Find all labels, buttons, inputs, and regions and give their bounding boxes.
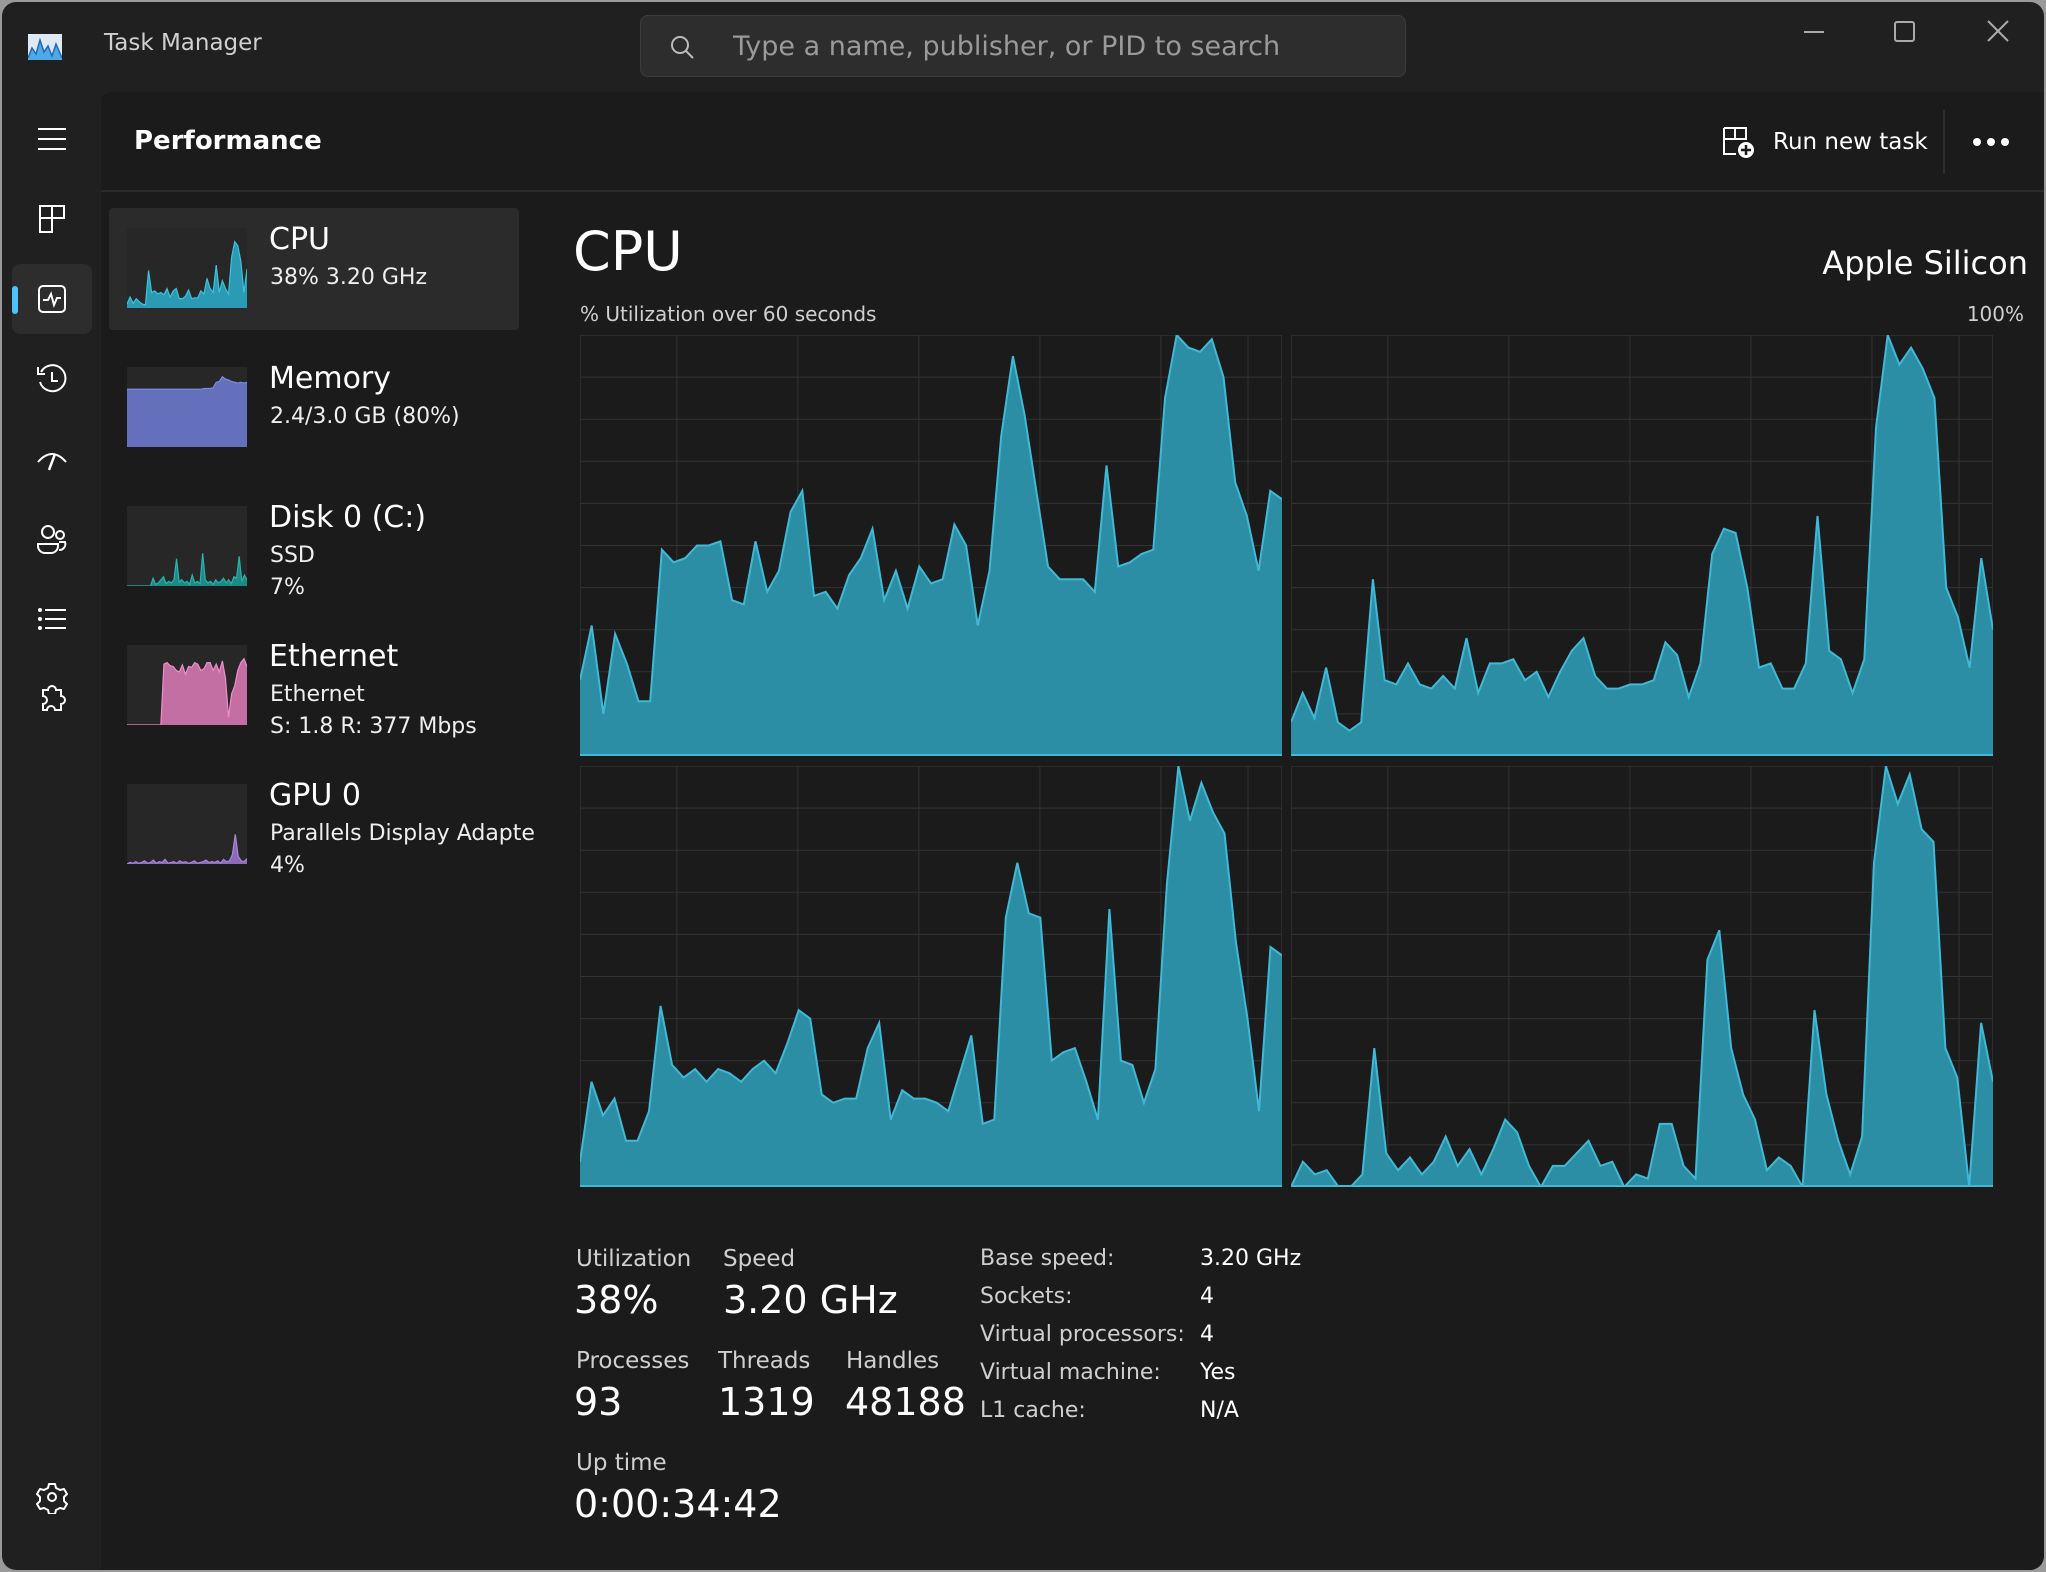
nav-app-history[interactable]: [12, 344, 92, 414]
device-sparkline: [127, 506, 247, 586]
sparkline-area: [127, 241, 247, 308]
core-chart-3: [1291, 766, 1993, 1187]
spec-key: L1 cache:: [980, 1398, 1086, 1423]
core-chart-2: [580, 766, 1282, 1187]
run-new-task-button[interactable]: Run new task: [1721, 112, 1928, 172]
device-sparkline: [127, 228, 247, 308]
hamburger-menu-button[interactable]: [12, 104, 92, 174]
nav-settings[interactable]: [12, 1462, 92, 1532]
header-divider: [1943, 110, 1945, 174]
page-header: Performance Run new task: [101, 92, 2044, 192]
hamburger-icon: [38, 128, 66, 150]
spec-value: N/A: [1200, 1398, 1239, 1423]
device-detail-2: 7%: [270, 575, 305, 600]
device-name: Ethernet: [269, 639, 399, 674]
cpu-model-name: Apple Silicon: [1822, 244, 2028, 282]
sparkline-area: [127, 834, 247, 864]
sparkline-line: [127, 834, 247, 864]
utilization-value: 38%: [574, 1278, 659, 1322]
spec-key: Virtual processors:: [980, 1322, 1185, 1347]
list-icon: [38, 608, 66, 630]
device-detail: Parallels Display Adapte: [270, 821, 535, 846]
handles-label: Handles: [846, 1348, 940, 1374]
spec-key: Sockets:: [980, 1284, 1073, 1309]
cpu-core-charts: [580, 335, 1994, 1188]
run-new-task-label: Run new task: [1773, 129, 1928, 155]
spec-key: Base speed:: [980, 1246, 1115, 1271]
task-manager-window: Task Manager Type a name, publisher, or …: [2, 2, 2044, 1570]
uptime-label: Up time: [576, 1450, 667, 1476]
nav-details[interactable]: [12, 584, 92, 654]
users-icon: [37, 525, 67, 554]
device-item-disk-0-c[interactable]: Disk 0 (C:) SSD 7%: [109, 486, 519, 608]
cpu-title: CPU: [573, 220, 683, 283]
puzzle-icon: [42, 685, 66, 711]
title-bar[interactable]: Task Manager: [2, 2, 2044, 92]
spec-value: 4: [1200, 1284, 1214, 1309]
minimize-button[interactable]: [1784, 16, 1844, 56]
sparkline-line: [127, 553, 247, 586]
handles-value: 48188: [845, 1380, 966, 1424]
navigation-rail: [2, 92, 101, 1570]
ellipsis-icon: [1973, 138, 1981, 146]
task-manager-app-icon: [28, 34, 62, 60]
nav-startup-apps[interactable]: [12, 424, 92, 494]
device-name: Memory: [269, 361, 392, 396]
nav-services[interactable]: [12, 664, 92, 734]
device-detail-2: S: 1.8 R: 377 Mbps: [270, 714, 477, 739]
device-detail-2: 4%: [270, 853, 305, 878]
core-chart-1: [1291, 335, 1993, 756]
processes-label: Processes: [576, 1348, 690, 1374]
close-button[interactable]: [1968, 16, 2028, 56]
device-name: GPU 0: [269, 778, 361, 813]
processes-value: 93: [574, 1380, 623, 1424]
content-panel: Performance Run new task CPU 38% 3.20 GHz…: [101, 92, 2044, 1570]
speed-label: Speed: [723, 1246, 796, 1272]
device-list: CPU 38% 3.20 GHz Memory 2.4/3.0 GB (80%) Dis…: [109, 208, 535, 903]
chart-max-label: 100%: [1966, 302, 2024, 326]
device-sparkline: [127, 784, 247, 864]
pulse-monitor-icon: [38, 285, 66, 313]
sparkline-area: [127, 376, 247, 447]
maximize-button[interactable]: [1874, 16, 1934, 56]
device-item-memory[interactable]: Memory 2.4/3.0 GB (80%): [109, 347, 519, 469]
device-sparkline: [127, 367, 247, 447]
device-detail: 2.4/3.0 GB (80%): [270, 404, 460, 429]
nav-performance[interactable]: [12, 264, 92, 334]
nav-users[interactable]: [12, 504, 92, 574]
search-icon: [671, 36, 694, 59]
device-detail: SSD: [270, 543, 315, 568]
nav-processes[interactable]: [12, 184, 92, 254]
search-input[interactable]: [733, 16, 1373, 76]
chart-caption: % Utilization over 60 seconds: [580, 302, 877, 326]
device-detail: Ethernet: [270, 682, 365, 707]
spec-value: 3.20 GHz: [1200, 1246, 1302, 1271]
search-box[interactable]: [640, 15, 1406, 77]
page-title: Performance: [134, 126, 322, 156]
speed-value: 3.20 GHz: [723, 1278, 898, 1322]
processes-grid-icon: [39, 205, 65, 233]
device-item-ethernet[interactable]: Ethernet Ethernet S: 1.8 R: 377 Mbps: [109, 625, 519, 747]
spec-value: 4: [1200, 1322, 1214, 1347]
spec-key: Virtual machine:: [980, 1360, 1161, 1385]
gear-icon: [36, 1483, 68, 1514]
threads-value: 1319: [718, 1380, 815, 1424]
spec-value: Yes: [1200, 1360, 1236, 1385]
device-name: Disk 0 (C:): [269, 500, 427, 535]
device-detail: 38% 3.20 GHz: [270, 265, 428, 290]
uptime-value: 0:00:34:42: [574, 1482, 782, 1526]
device-sparkline: [127, 645, 247, 725]
history-clock-icon: [37, 364, 67, 393]
device-item-gpu-0[interactable]: GPU 0 Parallels Display Adapte 4%: [109, 764, 535, 886]
more-options-button[interactable]: [1961, 122, 2021, 162]
run-new-task-icon: [1723, 127, 1754, 158]
utilization-label: Utilization: [576, 1246, 692, 1272]
device-item-cpu[interactable]: CPU 38% 3.20 GHz: [109, 208, 519, 330]
core-chart-0: [580, 335, 1282, 756]
device-name: CPU: [269, 222, 330, 257]
threads-label: Threads: [718, 1348, 811, 1374]
app-title: Task Manager: [104, 30, 262, 56]
speedometer-icon: [37, 453, 67, 471]
